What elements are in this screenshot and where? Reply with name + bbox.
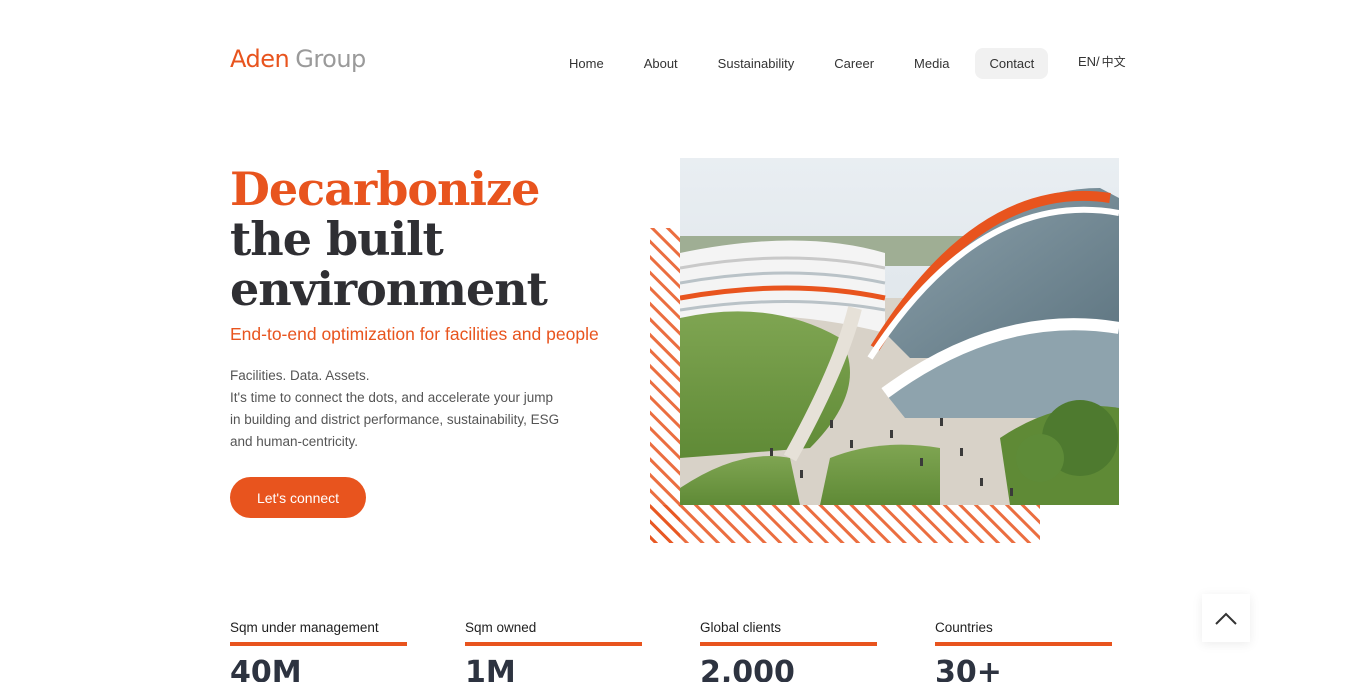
stat-value: 30+ <box>935 655 1002 682</box>
nav-media[interactable]: Media <box>900 48 963 79</box>
hero-title-accent: Decarbonize <box>230 162 540 216</box>
stat-label: Sqm under management <box>230 620 379 635</box>
logo-brand: Aden <box>230 45 290 73</box>
stat-value: 40M <box>230 655 302 682</box>
nav-contact[interactable]: Contact <box>975 48 1049 79</box>
hero-title: Decarbonize the built environment <box>230 162 548 316</box>
stat-sqm-under-management: Sqm under management 40M <box>230 620 407 682</box>
hero-description: Facilities. Data. Assets. It's time to c… <box>230 365 560 453</box>
stat-label: Sqm owned <box>465 620 537 635</box>
stat-value: 2,000 <box>700 655 795 682</box>
chevron-up-icon <box>1215 612 1237 625</box>
stat-accent-bar <box>230 642 407 646</box>
hero-title-line3: environment <box>230 262 548 316</box>
nav-home[interactable]: Home <box>555 48 618 79</box>
hero-building-image <box>680 158 1119 505</box>
nav-about[interactable]: About <box>630 48 692 79</box>
stat-global-clients: Global clients 2,000 <box>700 620 877 682</box>
lang-en[interactable]: EN/ <box>1078 52 1100 72</box>
lets-connect-button[interactable]: Let's connect <box>230 477 366 518</box>
language-switcher[interactable]: EN/中文 <box>1078 52 1126 72</box>
hero-title-line2: the built <box>230 212 444 266</box>
stat-label: Countries <box>935 620 993 635</box>
hero-desc-line1: Facilities. Data. Assets. <box>230 368 370 383</box>
stat-accent-bar <box>700 642 877 646</box>
stat-label: Global clients <box>700 620 782 635</box>
stat-accent-bar <box>465 642 642 646</box>
logo-group: Group <box>295 45 366 73</box>
stat-sqm-owned: Sqm owned 1M <box>465 620 642 682</box>
hero-desc-line2: It's time to connect the dots, and accel… <box>230 390 560 449</box>
scroll-top-button[interactable] <box>1202 594 1250 642</box>
main-nav: Home About Sustainability Career Media C… <box>555 48 1060 79</box>
stat-value: 1M <box>465 655 516 682</box>
logo[interactable]: Aden Group <box>230 44 366 74</box>
hero-subtitle: End-to-end optimization for facilities a… <box>230 324 599 344</box>
nav-career[interactable]: Career <box>820 48 888 79</box>
nav-sustainability[interactable]: Sustainability <box>704 48 809 79</box>
lang-cn[interactable]: 中文 <box>1102 52 1126 72</box>
stat-accent-bar <box>935 642 1112 646</box>
stat-countries: Countries 30+ <box>935 620 1112 682</box>
